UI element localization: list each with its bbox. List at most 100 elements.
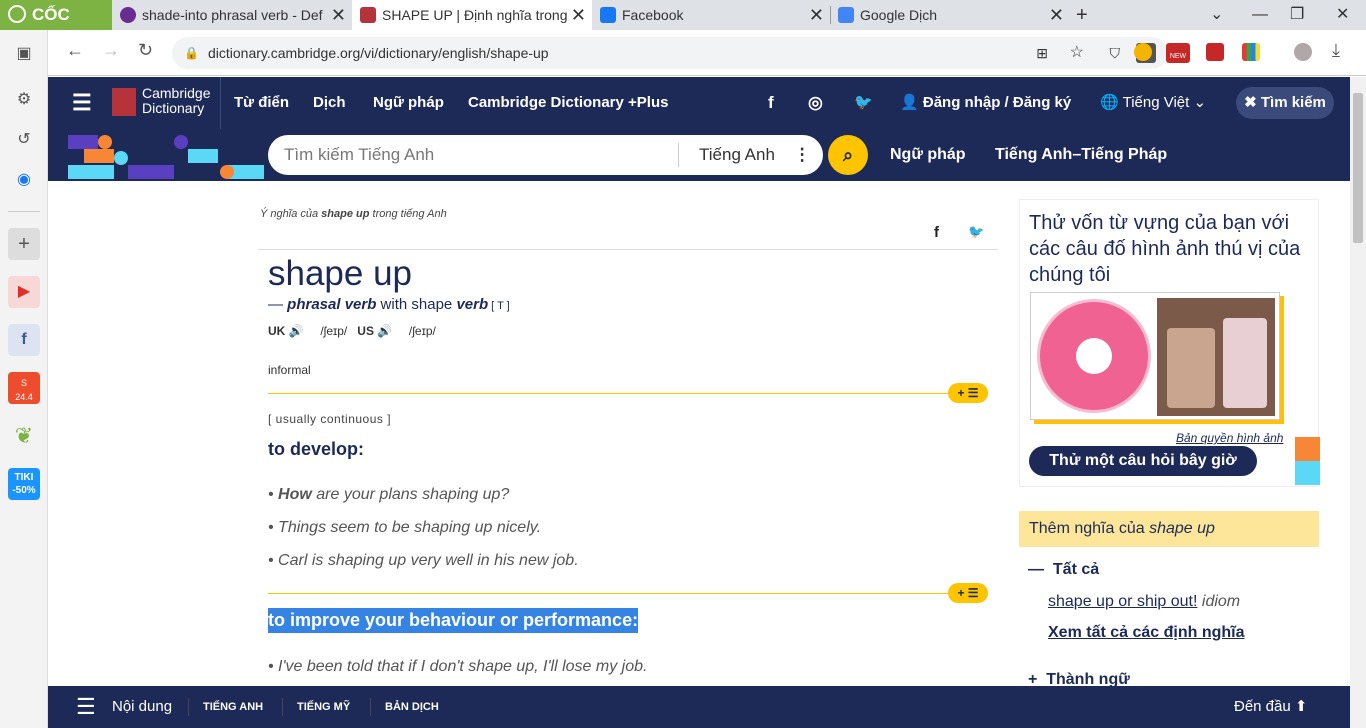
extension-new-icon[interactable]: NEW bbox=[1166, 43, 1190, 63]
tab-title: SHAPE UP | Định nghĩa trong bbox=[382, 7, 568, 23]
site-header: ☰ Cambridge Dictionary Từ điển Dịch Ngữ p… bbox=[48, 77, 1350, 129]
close-tab-icon[interactable]: ✕ bbox=[571, 0, 586, 30]
grammar-note: [ usually continuous ] bbox=[268, 412, 392, 426]
messenger-icon[interactable]: ◉ bbox=[8, 164, 40, 196]
forward-icon[interactable]: → bbox=[102, 40, 120, 61]
contents-link[interactable]: Nội dung bbox=[112, 686, 172, 728]
profile-avatar[interactable] bbox=[1294, 43, 1312, 61]
image-credit-link[interactable]: Bản quyền hình ảnh bbox=[1176, 431, 1283, 445]
tab-search-icon[interactable]: ⌄ bbox=[1210, 0, 1223, 30]
back-icon[interactable]: ← bbox=[66, 40, 84, 61]
search-placeholder: Tìm kiếm Tiếng Anh bbox=[284, 145, 435, 164]
promo-image bbox=[1030, 292, 1280, 420]
tiki-icon[interactable]: TIKI -50% bbox=[8, 468, 40, 500]
tab-title: Facebook bbox=[622, 7, 684, 23]
tab-shade-into[interactable]: shade-into phrasal verb - Def ✕ bbox=[112, 0, 352, 30]
translate-icon[interactable]: ⊞ bbox=[1036, 37, 1048, 69]
share-twitter-icon[interactable]: 🐦 bbox=[968, 224, 984, 240]
page-scrollbar[interactable] bbox=[1350, 77, 1366, 728]
minimize-button[interactable]: — bbox=[1252, 0, 1268, 30]
close-window-button[interactable]: ✕ bbox=[1336, 0, 1349, 30]
definition-1: to develop: bbox=[268, 439, 365, 459]
settings-gear-icon[interactable]: ⚙ bbox=[8, 84, 40, 116]
new-tab-button[interactable]: + bbox=[1076, 0, 1088, 30]
close-tab-icon[interactable]: ✕ bbox=[331, 0, 346, 30]
en-fr-link[interactable]: Tiếng Anh–Tiếng Pháp bbox=[995, 129, 1167, 181]
english-tab[interactable]: TIẾNG ANH bbox=[203, 686, 263, 728]
more-meanings-heading: Thêm nghĩa của shape up bbox=[1019, 511, 1319, 547]
new-badge: NEW bbox=[1169, 53, 1187, 60]
extension-red-icon[interactable] bbox=[1206, 43, 1224, 61]
youtube-icon[interactable]: ▶ bbox=[8, 276, 40, 308]
scrollbar-thumb[interactable] bbox=[1353, 93, 1363, 243]
coccoc-icon bbox=[8, 5, 26, 23]
tiki-label: TIKI bbox=[14, 472, 34, 483]
twitter-icon[interactable]: 🐦 bbox=[854, 77, 873, 129]
american-tab[interactable]: TIẾNG MỸ bbox=[297, 686, 350, 728]
nav-grammar[interactable]: Ngữ pháp bbox=[373, 77, 444, 129]
browser-tab-bar: CỐC CỐC shade-into phrasal verb - Def ✕ S… bbox=[0, 0, 1366, 54]
shopee-icon[interactable]: S 24.4 bbox=[8, 372, 40, 404]
share-facebook-icon[interactable]: f bbox=[934, 224, 939, 241]
nav-translate[interactable]: Dịch bbox=[313, 77, 346, 129]
nav-plus[interactable]: Cambridge Dictionary +Plus bbox=[468, 77, 668, 129]
tab-title: Google Dịch bbox=[860, 7, 938, 23]
nav-dictionary[interactable]: Từ điển bbox=[234, 77, 289, 129]
search-button[interactable]: ⌕ bbox=[828, 135, 868, 175]
pronunciation: UK 🔊 /ʃeɪp/ US 🔊 /ʃeɪp/ bbox=[268, 324, 436, 338]
site-logo[interactable]: Cambridge Dictionary bbox=[142, 86, 210, 116]
login-link[interactable]: 👤 Đăng nhập / Đăng ký bbox=[900, 77, 1071, 129]
see-all-link[interactable]: Xem tất cả các định nghĩa bbox=[1048, 624, 1245, 642]
menu-hamburger-icon[interactable]: ☰ bbox=[72, 77, 92, 129]
back-to-top-link[interactable]: Đến đầu ⬆ bbox=[1234, 686, 1307, 728]
all-toggle[interactable]: — Tất cả bbox=[1028, 561, 1099, 579]
example-1: • How are your plans shaping up? bbox=[268, 486, 510, 503]
add-to-list-button[interactable]: + ☰ bbox=[948, 583, 988, 603]
close-tab-icon[interactable]: ✕ bbox=[1049, 0, 1064, 30]
quiz-promo: Thử vốn từ vựng của bạn với các câu đố h… bbox=[1019, 199, 1320, 487]
close-tab-icon[interactable]: ✕ bbox=[809, 0, 824, 30]
close-search-button[interactable]: ✖ Tìm kiếm bbox=[1236, 87, 1334, 119]
maximize-button[interactable]: ❐ bbox=[1290, 0, 1304, 30]
facebook-icon[interactable]: f bbox=[8, 324, 40, 356]
history-icon[interactable]: ↺ bbox=[8, 124, 40, 156]
cambridge-favicon-icon bbox=[360, 7, 376, 23]
brand-line1: Cambridge bbox=[142, 85, 211, 101]
coccoc-leaf-icon[interactable]: ❦ bbox=[8, 420, 40, 452]
sidebar-panel-icon[interactable]: ▣ bbox=[8, 38, 40, 70]
facebook-icon[interactable]: f bbox=[768, 77, 774, 129]
search-icon: ⌕ bbox=[842, 145, 854, 165]
contents-menu-icon[interactable]: ☰ bbox=[76, 686, 96, 728]
google-favicon-icon bbox=[838, 7, 854, 23]
language-selector[interactable]: 🌐 Tiếng Việt ⌄ bbox=[1100, 77, 1206, 129]
tab-facebook[interactable]: Facebook ✕ bbox=[592, 0, 830, 30]
extension-chrome-icon[interactable] bbox=[1134, 43, 1152, 61]
example-3: • Carl is shaping up very well in his ne… bbox=[268, 552, 579, 569]
bookmark-star-icon[interactable]: ☆ bbox=[1070, 37, 1084, 69]
dictionary-lang-select[interactable]: Tiếng Anh ⋮ bbox=[678, 143, 811, 167]
download-menu-icon[interactable]: ⤓ bbox=[1332, 40, 1340, 61]
url-field[interactable]: 🔒 dictionary.cambridge.org/vi/dictionary/… bbox=[172, 37, 1168, 69]
audio-us-icon[interactable]: 🔊 bbox=[377, 324, 392, 338]
globe-icon: 🌐 bbox=[1100, 94, 1119, 111]
search-input[interactable]: Tìm kiếm Tiếng Anh Tiếng Anh ⋮ bbox=[268, 135, 823, 175]
tab-shape-up[interactable]: SHAPE UP | Định nghĩa trong ✕ bbox=[352, 0, 592, 30]
decor-bar bbox=[68, 135, 98, 149]
extension-grid-icon[interactable] bbox=[1242, 43, 1260, 61]
back-to-top-label: Đến đầu bbox=[1234, 698, 1291, 715]
reload-icon[interactable]: ↻ bbox=[138, 40, 153, 61]
grammar-link[interactable]: Ngữ pháp bbox=[890, 129, 966, 181]
audio-uk-icon[interactable]: 🔊 bbox=[289, 324, 304, 338]
shield-icon[interactable]: ⛉ bbox=[1110, 37, 1121, 69]
instagram-icon[interactable]: ◎ bbox=[808, 77, 823, 129]
address-bar-row: ← → ↻ 🔒 dictionary.cambridge.org/vi/dicti… bbox=[48, 30, 1366, 76]
try-quiz-button[interactable]: Thử một câu hỏi bây giờ bbox=[1029, 446, 1257, 476]
translation-tab[interactable]: BẢN DỊCH bbox=[385, 686, 439, 728]
add-sidebar-app-icon[interactable]: + bbox=[8, 228, 40, 260]
idiom-link-row: shape up or ship out! idiom bbox=[1048, 593, 1241, 610]
add-to-list-button[interactable]: + ☰ bbox=[948, 383, 988, 403]
definition-2: to improve your behaviour or performance… bbox=[268, 608, 639, 633]
idiom-link[interactable]: shape up or ship out! bbox=[1048, 593, 1197, 610]
tab-google-translate[interactable]: Google Dịch ✕ bbox=[830, 0, 1070, 30]
coccoc-logo[interactable]: CỐC CỐC bbox=[0, 0, 112, 54]
